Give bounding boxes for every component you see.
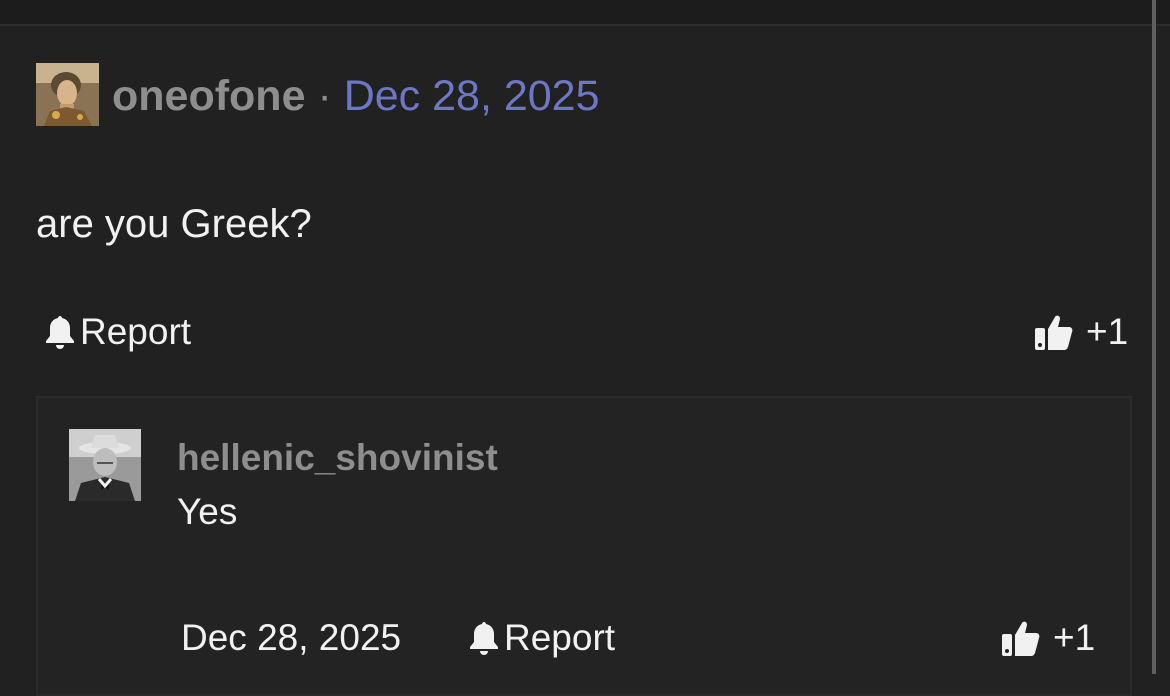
bell-icon [44,314,76,350]
reply-body-text: Yes [177,491,238,532]
reply-vote-count: +1 [1053,617,1096,658]
post-report-label: Report [80,311,192,352]
meta-separator: · [317,72,332,120]
post-meta: oneofone · Dec 28, 2025 [112,70,600,122]
reply-report-label: Report [504,617,616,658]
top-divider [0,0,1170,26]
post-report-button[interactable]: Report [44,310,191,354]
reply-author-avatar[interactable] [69,429,141,501]
reply-report-button[interactable]: Report [468,616,615,660]
thumbs-up-icon [1034,312,1074,352]
reply-author-name[interactable]: hellenic_shovinist [177,436,498,480]
post-vote-count: +1 [1086,311,1129,352]
post-author-avatar[interactable] [36,63,99,126]
post-body-text: are you Greek? [36,202,312,246]
bw-portrait-avatar-image [69,429,141,501]
thumbs-up-icon [1001,618,1041,658]
reply-date: Dec 28, 2025 [181,617,402,658]
scrollbar[interactable] [1152,0,1156,674]
reply-upvote-button[interactable]: +1 [1001,616,1095,660]
post-upvote-button[interactable]: +1 [1034,310,1128,354]
post-date-link[interactable]: Dec 28, 2025 [344,72,600,120]
post-author-name[interactable]: oneofone [112,72,305,120]
bell-icon [468,620,500,656]
portrait-avatar-image [36,63,99,126]
